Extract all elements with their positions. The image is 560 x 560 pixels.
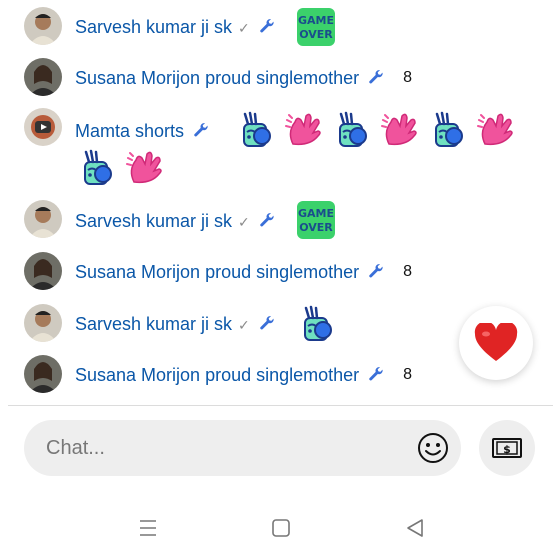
home-square-icon[interactable] [269, 516, 293, 540]
channel-avatar[interactable] [24, 108, 62, 146]
author-name: Sarvesh kumar ji sk [75, 17, 233, 37]
verified-check-icon: ✓ [238, 20, 250, 36]
heart-hand-sticker [283, 110, 323, 150]
author-name: Susana Morijon proud singlemother [75, 262, 360, 282]
wrench-icon [367, 365, 385, 383]
verified-check-icon: ✓ [238, 214, 250, 230]
chat-message: Mamta shorts [24, 108, 210, 146]
dollar-bill-icon: $ [492, 438, 522, 458]
heart-hand-sticker [124, 148, 164, 188]
wrench-icon [258, 314, 276, 332]
back-triangle-icon[interactable] [403, 516, 427, 540]
verified-check-icon: ✓ [238, 317, 250, 333]
man-avatar[interactable] [24, 304, 62, 342]
author-name: Susana Morijon proud singlemother [75, 365, 360, 385]
waving-hand-sticker [76, 148, 116, 188]
waving-hand-sticker [296, 304, 336, 344]
divider [8, 405, 553, 406]
system-navigation-bar [0, 500, 560, 560]
chat-message: Susana Morijon proud singlemother 8 [24, 355, 412, 393]
waving-hand-sticker [331, 110, 371, 150]
message-text: 8 [403, 69, 413, 86]
smiley-icon[interactable] [417, 432, 449, 464]
chat-input[interactable] [44, 435, 408, 461]
chat-message: Sarvesh kumar ji sk ✓ [24, 304, 336, 344]
wrench-icon [192, 121, 210, 139]
heart-hand-sticker [379, 110, 419, 150]
super-chat-button[interactable]: $ [479, 420, 535, 476]
chat-message: Sarvesh kumar ji sk ✓ [24, 7, 336, 47]
author-name: Mamta shorts [75, 121, 185, 141]
menu-icon[interactable] [136, 516, 160, 540]
man-avatar[interactable] [24, 7, 62, 45]
author-name: Sarvesh kumar ji sk [75, 314, 233, 334]
wrench-icon [258, 211, 276, 229]
game-over-sticker [296, 7, 336, 47]
heart-hand-sticker [475, 110, 515, 150]
sticker-row [235, 110, 515, 150]
author-name: Sarvesh kumar ji sk [75, 211, 233, 231]
man-avatar[interactable] [24, 200, 62, 238]
woman-avatar[interactable] [24, 252, 62, 290]
chat-message: Susana Morijon proud singlemother 8 [24, 252, 412, 290]
waving-hand-sticker [427, 110, 467, 150]
game-over-sticker [296, 200, 336, 240]
heart-reaction-button[interactable] [459, 306, 533, 380]
chat-input-box[interactable] [24, 420, 461, 476]
chat-message: Sarvesh kumar ji sk ✓ [24, 200, 336, 240]
woman-avatar[interactable] [24, 355, 62, 393]
message-text: 8 [403, 263, 413, 280]
woman-avatar[interactable] [24, 58, 62, 96]
author-name: Susana Morijon proud singlemother [75, 68, 360, 88]
wrench-icon [367, 262, 385, 280]
wrench-icon [367, 68, 385, 86]
svg-text:$: $ [503, 443, 511, 456]
wrench-icon [258, 17, 276, 35]
heart-icon [474, 323, 518, 361]
message-text: 8 [403, 366, 413, 383]
sticker-row [76, 148, 164, 188]
waving-hand-sticker [235, 110, 275, 150]
chat-message: Susana Morijon proud singlemother 8 [24, 58, 412, 96]
